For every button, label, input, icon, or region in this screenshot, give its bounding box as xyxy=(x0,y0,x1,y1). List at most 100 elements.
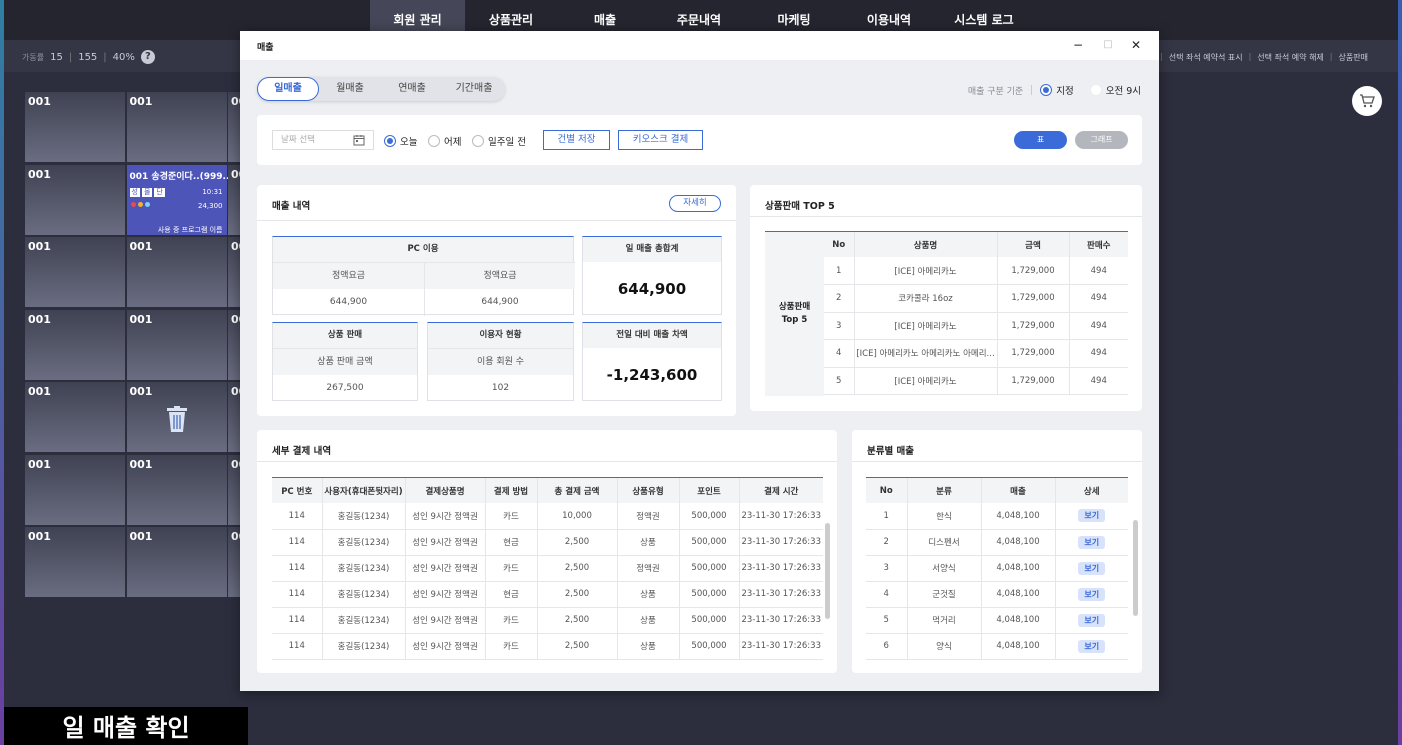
table-cell: 4,048,100 xyxy=(981,581,1056,608)
product-sale-button[interactable]: 상품판매 xyxy=(1339,52,1368,63)
maximize-icon[interactable]: □ xyxy=(1100,37,1116,53)
unmark-reserved-button[interactable]: 선택 좌석 예약 해제 xyxy=(1257,52,1324,63)
table-cell: 성인 9시간 정액권 xyxy=(405,529,486,556)
detail-button[interactable]: 자세히 xyxy=(669,195,721,212)
table-row: 114 홍길동(1234) 성인 9시간 정액권 카드 2,500 정액권 500,000 2… xyxy=(272,555,823,582)
radio-icon xyxy=(428,135,440,147)
tab-daily[interactable]: 일매출 xyxy=(257,77,319,101)
seat-cell[interactable]: 001 xyxy=(126,527,228,598)
trash-icon[interactable] xyxy=(166,406,188,435)
filter-today[interactable]: 오늘 xyxy=(384,134,417,148)
product-sales-amount-label: 상품 판매 금액 xyxy=(273,348,417,375)
seat-cell[interactable]: 001 xyxy=(228,454,240,526)
table-cell: 2 xyxy=(866,529,908,556)
table-view-button[interactable]: 표 xyxy=(1014,131,1067,149)
table-row: 2 코카콜라 16oz 1,729,000 494 xyxy=(824,284,1128,313)
seat-cell[interactable]: 001 xyxy=(228,382,240,453)
seat-cell[interactable]: 001 xyxy=(126,454,228,526)
graph-view-button[interactable]: 그래프 xyxy=(1075,131,1128,149)
member-count-label: 이용 회원 수 xyxy=(428,348,573,375)
tab-yearly[interactable]: 연매출 xyxy=(381,77,443,101)
cart-icon xyxy=(1360,94,1375,108)
col-product-name: 결제상품명 xyxy=(405,478,486,503)
seat-cell[interactable]: 001 xyxy=(25,164,126,236)
table-cell: 2,500 xyxy=(537,555,618,582)
seat-cell[interactable]: 001 xyxy=(25,92,126,163)
sales-modal: 매출 − □ ✕ 일매출 월매출 연매출 기간매출 매출 구분 기준 지정 오전… xyxy=(240,31,1159,691)
col-detail: 상세 xyxy=(1055,478,1128,503)
col-sales: 매출 xyxy=(981,478,1056,503)
table-cell: 먹거리 xyxy=(907,607,982,634)
seat-cell[interactable]: 001 xyxy=(25,454,126,526)
category-scrollbar[interactable] xyxy=(1133,520,1138,616)
mark-reserved-button[interactable]: 선택 좌석 예약석 표시 xyxy=(1169,52,1243,63)
product-sales-box: 상품 판매 상품 판매 금액 267,500 xyxy=(272,322,418,401)
seat-cell[interactable]: 001 xyxy=(228,92,240,163)
seat-tag: 성 xyxy=(129,187,140,197)
prev-diff-value: -1,243,600 xyxy=(606,366,698,384)
seat-cell[interactable]: 001 xyxy=(126,92,228,163)
seat-cell[interactable]: 001 xyxy=(126,309,228,381)
seat-utilization: 가동률 15 | 155 | 40% ? xyxy=(22,50,155,64)
table-cell: 4,048,100 xyxy=(981,555,1056,582)
basis-label: 매출 구분 기준 xyxy=(967,86,1024,97)
basis-option-custom[interactable]: 지정 xyxy=(1040,83,1074,97)
table-cell: 10,000 xyxy=(537,503,618,530)
view-button[interactable]: 보기 xyxy=(1078,587,1106,601)
radio-icon xyxy=(1040,84,1053,96)
basis-option-9am[interactable]: 오전 9시 xyxy=(1089,83,1141,97)
col-time: 결제 시간 xyxy=(739,478,823,503)
filter-week-ago[interactable]: 일주일 전 xyxy=(472,134,526,148)
tab-monthly[interactable]: 월매출 xyxy=(319,77,381,101)
payments-scrollbar[interactable] xyxy=(825,523,830,619)
seat-number: 001 xyxy=(28,385,51,398)
table-cell: 코카콜라 16oz xyxy=(854,284,998,313)
table-cell: 성인 9시간 정액권 xyxy=(405,581,486,608)
view-button[interactable]: 보기 xyxy=(1078,535,1106,549)
seat-cell[interactable]: 001 xyxy=(228,527,240,598)
table-cell: 1 xyxy=(824,257,855,285)
filter-panel: 날짜 선택 오늘 어제 일주일 전 건별 저장 키오스크 결제 표 그래프 xyxy=(257,115,1142,165)
table-cell: 2,500 xyxy=(537,633,618,660)
seat-cell[interactable]: 001 xyxy=(25,527,126,598)
view-button[interactable]: 보기 xyxy=(1078,613,1106,627)
seat-number: 001 xyxy=(231,457,240,471)
daily-total-label: 일 매출 총합계 xyxy=(583,237,721,262)
col-pc-no: PC 번호 xyxy=(272,478,323,503)
table-cell: 4,048,100 xyxy=(981,633,1056,660)
seat-cell[interactable]: 001 xyxy=(228,309,240,381)
seat-grid: 001001001001001 송경준이다..(999..)성몰단10:3124… xyxy=(25,92,240,601)
seat-cell[interactable]: 001 xyxy=(25,237,126,308)
seat-cell[interactable]: 001 xyxy=(25,309,126,381)
view-button[interactable]: 보기 xyxy=(1078,639,1106,653)
seat-cell[interactable]: 001 xyxy=(126,237,228,308)
radio-icon xyxy=(472,135,484,147)
cart-button[interactable] xyxy=(1352,86,1382,116)
seat-cell[interactable]: 001 xyxy=(228,164,240,236)
date-picker-input[interactable]: 날짜 선택 xyxy=(272,130,374,150)
table-cell: 카드 xyxy=(485,633,538,660)
fixed-fee-label-2: 정액요금 xyxy=(424,262,575,289)
minimize-icon[interactable]: − xyxy=(1070,37,1086,53)
seat-cell-active[interactable]: 001 송경준이다..(999..) 성 몰 단 10:31 24,300 사용 중 프로그… xyxy=(126,164,234,236)
category-panel: 분류별 매출 No 분류 매출 상세 1 한식 4,048,100 보기 2 디스펜서 4,… xyxy=(852,430,1142,673)
payments-table: PC 번호 사용자(휴대폰뒷자리) 결제상품명 결제 방법 총 결제 금액 상품… xyxy=(272,477,823,660)
table-cell: 3 xyxy=(824,312,855,340)
tab-period[interactable]: 기간매출 xyxy=(443,77,505,101)
help-icon[interactable]: ? xyxy=(140,50,155,64)
col-point: 포인트 xyxy=(679,478,740,503)
close-icon[interactable]: ✕ xyxy=(1128,37,1144,53)
seat-cell[interactable]: 001 xyxy=(228,237,240,308)
table-cell: 홍길동(1234) xyxy=(322,555,406,582)
seat-cell[interactable]: 001 xyxy=(25,382,126,453)
top5-panel: 상품판매 TOP 5 상품판매 Top 5 No 상품명 금액 판매수 1 [IC… xyxy=(750,185,1142,411)
kiosk-payment-button[interactable]: 키오스크 결제 xyxy=(618,130,703,150)
table-cell: 1 xyxy=(866,503,908,530)
seat-tag: 단 xyxy=(154,187,165,197)
view-button[interactable]: 보기 xyxy=(1078,509,1106,523)
table-row: 3 [ICE] 아메리카노 1,729,000 494 xyxy=(824,312,1128,340)
seat-tag: 몰 xyxy=(141,187,153,197)
view-button[interactable]: 보기 xyxy=(1078,561,1106,575)
save-each-button[interactable]: 건별 저장 xyxy=(543,130,610,150)
filter-yesterday[interactable]: 어제 xyxy=(428,134,461,148)
